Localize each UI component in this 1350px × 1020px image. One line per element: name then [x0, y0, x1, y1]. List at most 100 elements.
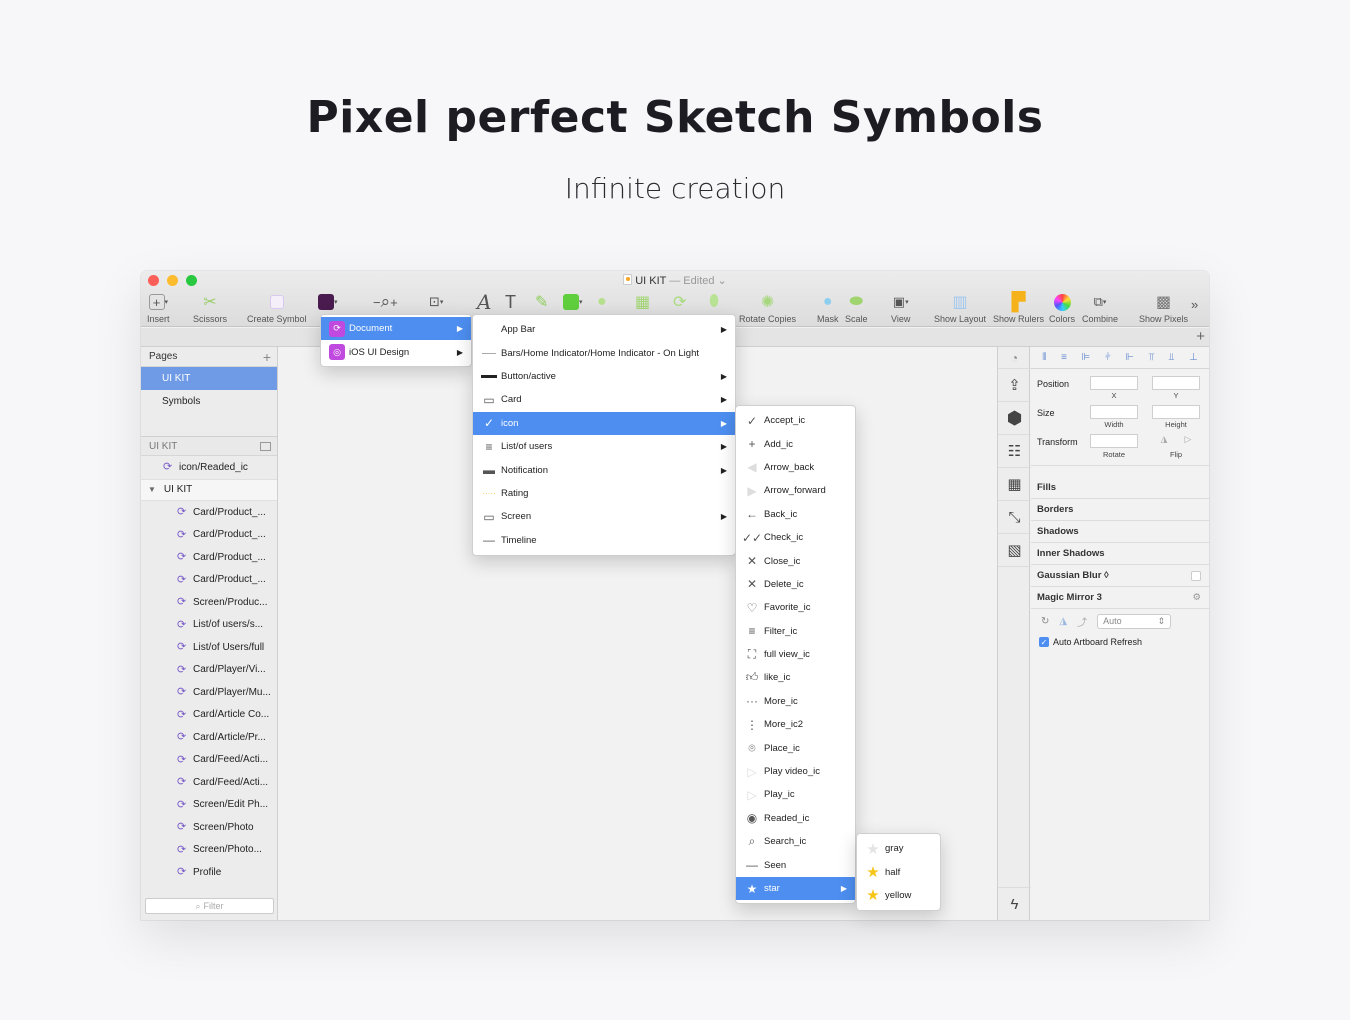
menu-item-favorite-ic[interactable]: ♡ Favorite_ic [736, 596, 855, 619]
page-item-symbols[interactable]: Symbols [141, 390, 277, 413]
layer-item[interactable]: ⟳ Card/Product_... [141, 546, 277, 569]
rotate-copies-button[interactable]: ✺ Rotate Copies [739, 291, 796, 324]
auto-refresh-checkbox[interactable]: ✓ [1039, 637, 1049, 647]
lightning-icon[interactable]: ϟ [998, 887, 1031, 920]
layer-item[interactable]: ⟳ Card/Feed/Acti... [141, 771, 277, 794]
pie-icon[interactable]: ◔ [998, 347, 1031, 369]
insert-button[interactable]: + ▾ Insert [147, 291, 170, 324]
scissors-button[interactable]: ✂ Scissors [193, 291, 227, 324]
type-tool[interactable]: T [505, 291, 516, 313]
layer-item[interactable]: ⟳ Card/Product_... [141, 569, 277, 592]
distribute-vertical-icon[interactable]: ≡ [1061, 352, 1067, 363]
align-center-icon[interactable]: ⫩ [1105, 352, 1111, 363]
layer-item[interactable]: ⟳ Screen/Produc... [141, 591, 277, 614]
menu-item-play-ic[interactable]: ▷ Play_ic [736, 783, 855, 806]
menu-item-search-ic[interactable]: ⌕ Search_ic [736, 830, 855, 853]
menu-item-place-ic[interactable]: ⌾ Place_ic [736, 736, 855, 759]
gaussian-blur-section[interactable]: Gaussian Blur ◊ [1031, 565, 1209, 587]
flip-horizontal-icon[interactable]: ◮ [1161, 434, 1168, 448]
menu-item-list-of-users[interactable]: ≡ List/of users ▶ [473, 435, 735, 458]
fills-section[interactable]: Fills [1031, 477, 1209, 499]
toolbar-overflow-button[interactable]: » [1191, 293, 1198, 315]
pen-tool[interactable]: ✎ [535, 291, 548, 313]
menu-item-like-ic[interactable]: 👍︎ like_ic [736, 666, 855, 689]
menu-item-readed-ic[interactable]: ◉ Readed_ic [736, 807, 855, 830]
menu-item-check-ic[interactable]: ✓✓ Check_ic [736, 526, 855, 549]
menu-item-back-ic[interactable]: ← Back_ic [736, 503, 855, 526]
menu-item-filter-ic[interactable]: ≡ Filter_ic [736, 620, 855, 643]
rotate-input[interactable] [1090, 434, 1138, 448]
menu-item-more-ic2[interactable]: ⋮ More_ic2 [736, 713, 855, 736]
align-bottom-icon[interactable]: ⊥ [1189, 352, 1198, 363]
magic-mirror-section[interactable]: Magic Mirror 3 ⚙ [1031, 587, 1209, 609]
create-symbol-button[interactable]: Create Symbol [247, 291, 307, 324]
filter-input[interactable]: ⌕ Filter [145, 898, 274, 914]
menu-item-close-ic[interactable]: ✕ Close_ic [736, 549, 855, 572]
show-layout-button[interactable]: ▥ Show Layout [934, 291, 986, 324]
menu-item-star-gray[interactable]: ★ gray [857, 837, 940, 860]
menu-item-ios-ui-design[interactable]: ◎ iOS UI Design ▶ [321, 340, 471, 363]
grid-panel-icon[interactable]: ▦ [998, 468, 1031, 501]
grid-plugin-button[interactable]: ▾ [563, 291, 583, 313]
menu-item-arrow-forward[interactable]: ▶ Arrow_forward [736, 479, 855, 502]
menu-item-bars-home-indicator-home-indicator-on-light[interactable]: Bars/Home Indicator/Home Indicator - On … [473, 341, 735, 364]
menu-item-add-ic[interactable]: + Add_ic [736, 432, 855, 455]
shape-plugin-2[interactable]: ▦ [635, 291, 650, 313]
height-input[interactable] [1152, 405, 1200, 419]
add-image-icon[interactable]: ▧ [998, 534, 1031, 567]
menu-item-star-yellow[interactable]: ★ yellow [857, 884, 940, 907]
colors-button[interactable]: Colors [1049, 291, 1075, 324]
menu-item-accept-ic[interactable]: ✓ Accept_ic [736, 409, 855, 432]
menu-item-button-active[interactable]: Button/active ▶ [473, 365, 735, 388]
menu-item-delete-ic[interactable]: ✕ Delete_ic [736, 573, 855, 596]
menu-item-card[interactable]: ▭ Card ▶ [473, 388, 735, 411]
layer-item[interactable]: ⟳ Screen/Photo [141, 816, 277, 839]
shape-plugin-1[interactable]: ● [597, 291, 607, 313]
menu-item-seen[interactable]: — Seen [736, 853, 855, 876]
menu-item-full-view-ic[interactable]: ⛶ full view_ic [736, 643, 855, 666]
layer-item[interactable]: ⟳ List/of users/s... [141, 614, 277, 637]
show-rulers-button[interactable]: ▛ Show Rulers [993, 291, 1044, 325]
x-input[interactable] [1090, 376, 1138, 390]
layer-item[interactable]: ⟳ Card/Product_... [141, 501, 277, 524]
export-icon[interactable]: ⇪ [998, 369, 1031, 402]
menu-item-star[interactable]: ★ star ▶ [736, 876, 855, 901]
menu-item-notification[interactable]: ▬ Notification ▶ [473, 458, 735, 481]
add-icon[interactable]: + [1196, 329, 1205, 345]
zoom-controls[interactable]: − ⌕ + [373, 291, 398, 313]
align-right-icon[interactable]: ⊩ [1125, 352, 1134, 363]
menu-item-rating[interactable]: ····· Rating [473, 482, 735, 505]
page-item-ui-kit[interactable]: UI KIT [141, 367, 277, 390]
layer-item[interactable]: ⟳ Profile [141, 861, 277, 884]
menu-item-screen[interactable]: ▭ Screen ▶ [473, 505, 735, 528]
add-page-icon[interactable]: + [263, 349, 271, 365]
mask-button[interactable]: ● Mask [817, 291, 839, 324]
menu-item-more-ic[interactable]: ··· More_ic [736, 690, 855, 713]
layer-item[interactable]: ⟳ Card/Feed/Acti... [141, 749, 277, 772]
align-left-icon[interactable]: ⊫ [1082, 352, 1091, 363]
menu-item-timeline[interactable]: — Timeline [473, 529, 735, 552]
borders-section[interactable]: Borders [1031, 499, 1209, 521]
view-button[interactable]: ▣ ▾ View [891, 291, 910, 324]
text-tool[interactable]: A [477, 290, 491, 314]
layer-item[interactable]: ⟳ Screen/Edit Ph... [141, 794, 277, 817]
layer-item[interactable]: ⟳ List/of Users/full [141, 636, 277, 659]
mirror-icon[interactable]: ⤴ [1077, 614, 1087, 629]
flip-vertical-icon[interactable]: ▷ [1185, 434, 1192, 448]
layer-item[interactable]: ⟳ Card/Player/Mu... [141, 681, 277, 704]
shape-plugin-3[interactable]: ⟳ [673, 291, 686, 313]
shadows-section[interactable]: Shadows [1031, 521, 1209, 543]
width-input[interactable] [1090, 405, 1138, 419]
menu-item-star-half[interactable]: ★ half [857, 860, 940, 883]
auto-select[interactable]: Auto ⇕ [1097, 613, 1172, 629]
triangle-icon[interactable]: ◮ [1059, 616, 1067, 627]
layer-item[interactable]: ⟳ Card/Player/Vi... [141, 659, 277, 682]
list-panel-icon[interactable]: ☷ [998, 435, 1031, 468]
blur-checkbox[interactable] [1191, 570, 1201, 581]
menu-item-document[interactable]: ⟳ Document ▶ [321, 317, 471, 341]
align-middle-icon[interactable]: ⫫ [1169, 352, 1175, 363]
layer-item[interactable]: ⟳ icon/Readed_ic [141, 456, 277, 479]
layer-item[interactable]: ⟳ Screen/Photo... [141, 839, 277, 862]
align-top-icon[interactable]: ⫪ [1149, 352, 1155, 363]
shape-plugin-4[interactable]: ⬮ [709, 291, 719, 313]
